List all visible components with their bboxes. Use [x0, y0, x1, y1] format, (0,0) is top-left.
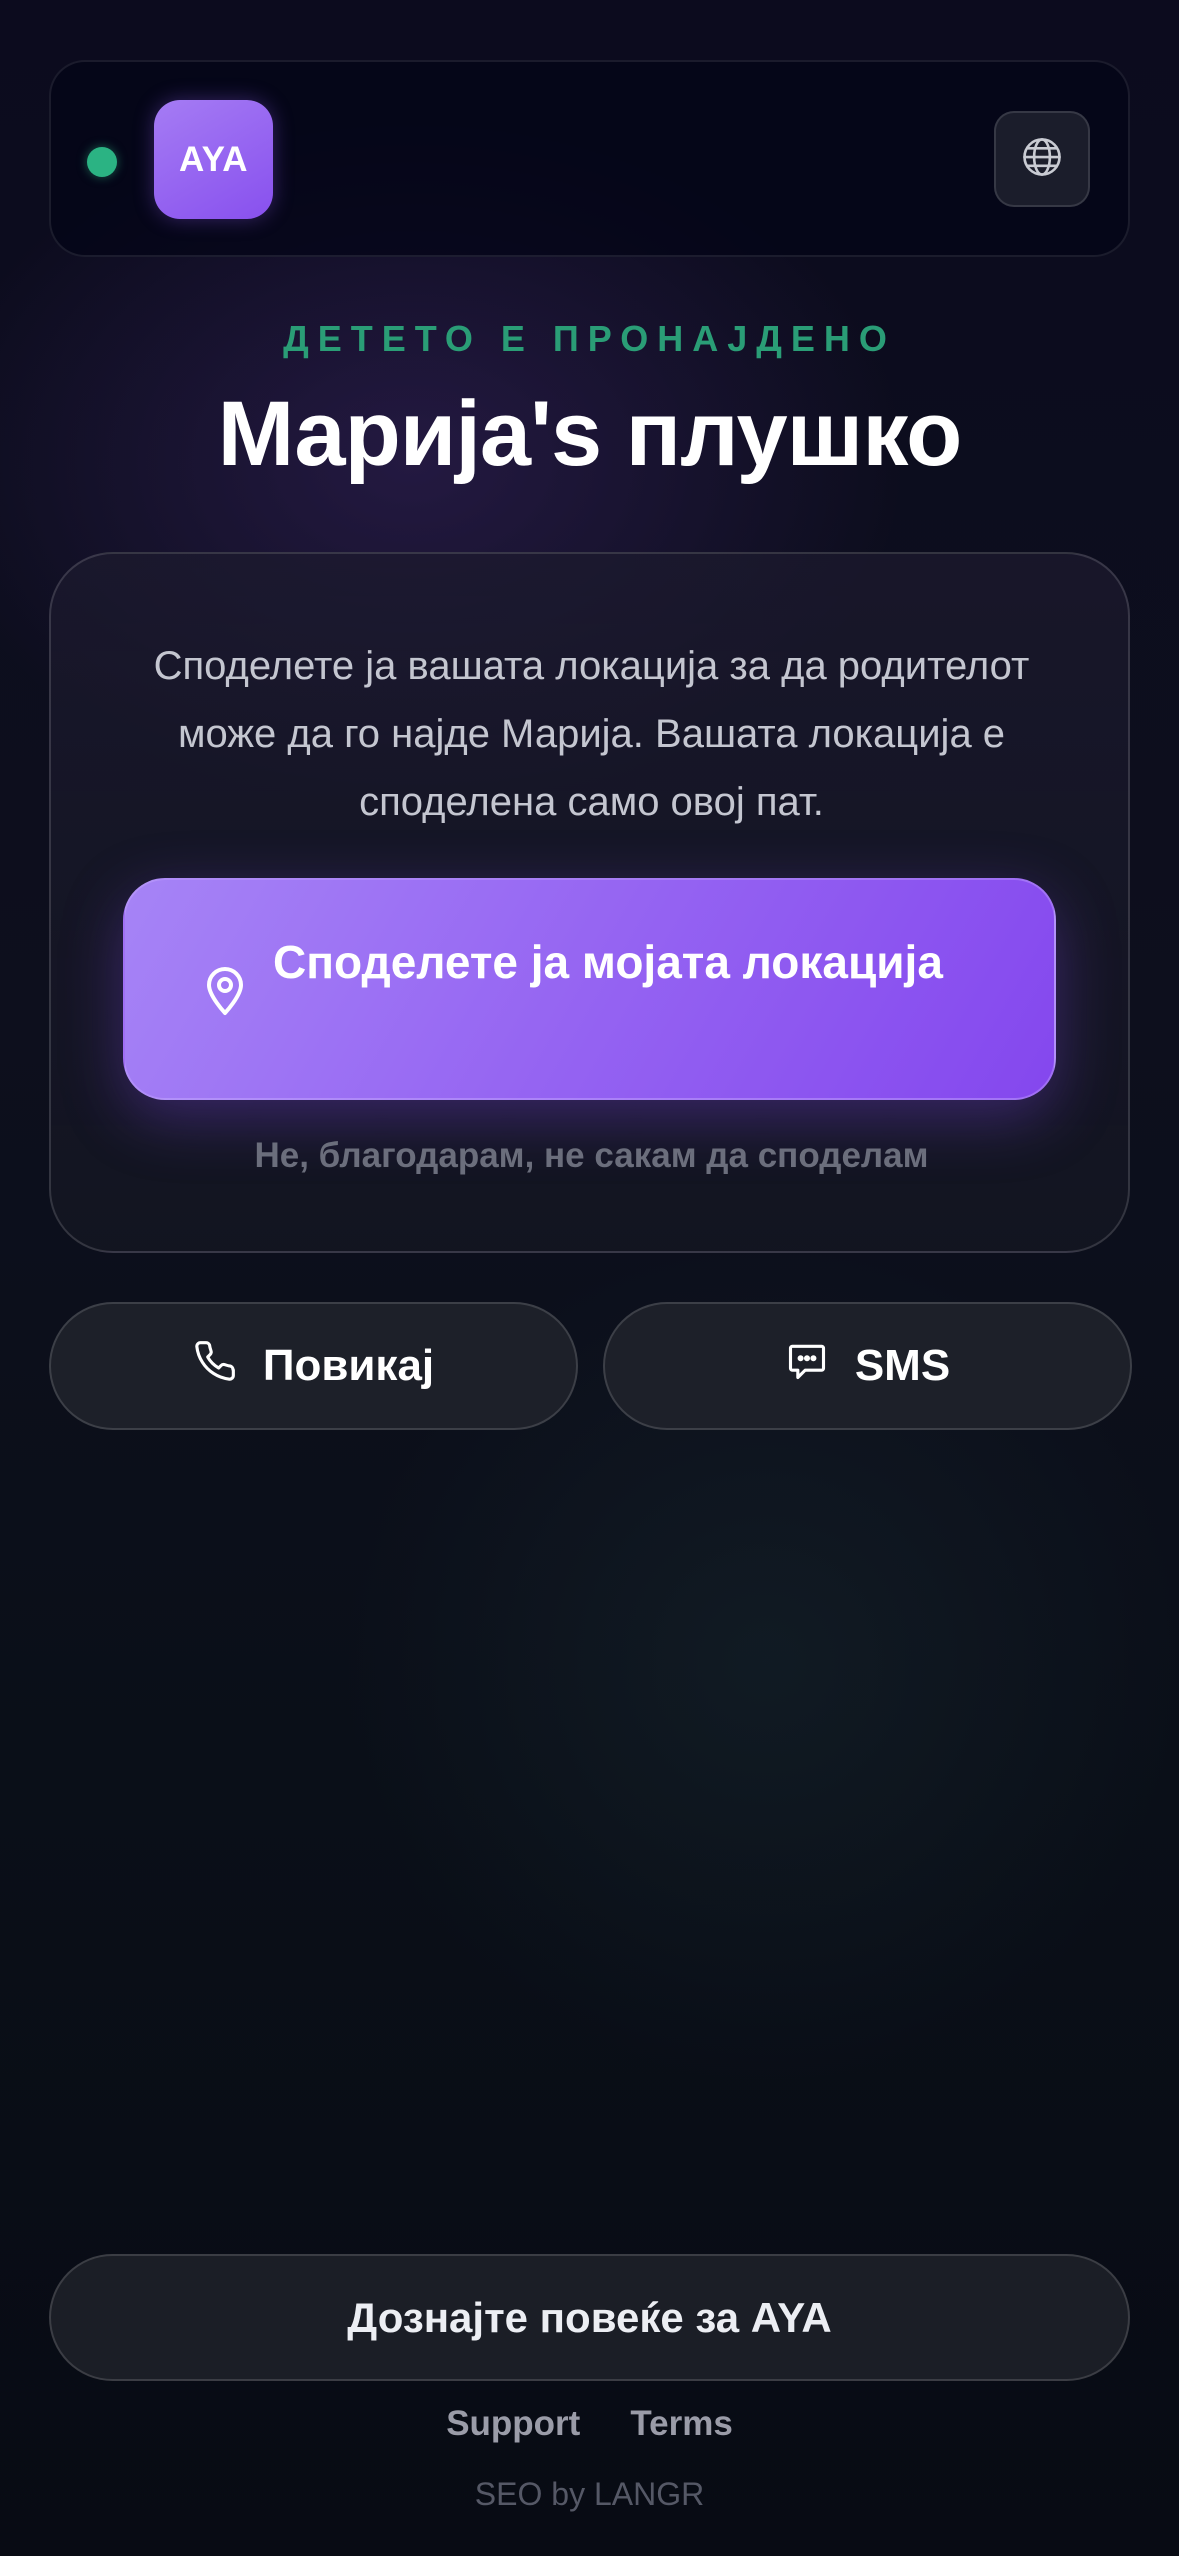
- decline-share-link[interactable]: Не, благодарам, не сакам да споделам: [51, 1136, 1132, 1176]
- terms-link[interactable]: Terms: [630, 2404, 732, 2444]
- share-description: Споделете ја вашата локација за да родит…: [153, 644, 1030, 824]
- location-pin-icon: [203, 965, 247, 1017]
- seo-credit[interactable]: SEO by LANGR: [0, 2476, 1179, 2513]
- page-title: Марија's плушко: [217, 383, 963, 485]
- language-button[interactable]: [994, 111, 1090, 207]
- sms-button[interactable]: SMS: [603, 1302, 1132, 1430]
- aya-logo: AYA: [154, 100, 273, 219]
- share-location-card: Споделете ја вашата локација за да родит…: [49, 552, 1130, 1253]
- call-label: Повикај: [262, 1341, 435, 1390]
- globe-icon: [1021, 136, 1063, 183]
- learn-more-button[interactable]: Дознајте повеќе за AYA: [49, 2254, 1130, 2381]
- phone-icon: [193, 1339, 237, 1394]
- support-link[interactable]: Support: [446, 2404, 580, 2444]
- share-location-label: Споделете ја мојата локација: [273, 936, 943, 988]
- call-button[interactable]: Повикај: [49, 1302, 578, 1430]
- top-bar: AYA: [49, 60, 1130, 257]
- footer-links: Support Terms: [0, 2404, 1179, 2444]
- share-location-button[interactable]: Споделете ја мојата локација: [123, 878, 1056, 1100]
- chat-bubble-icon: [785, 1339, 829, 1394]
- sms-label: SMS: [854, 1341, 951, 1390]
- found-status-label: ДЕТЕТО Е ПРОНАЈДЕНО: [283, 318, 896, 359]
- status-indicator: [87, 147, 117, 177]
